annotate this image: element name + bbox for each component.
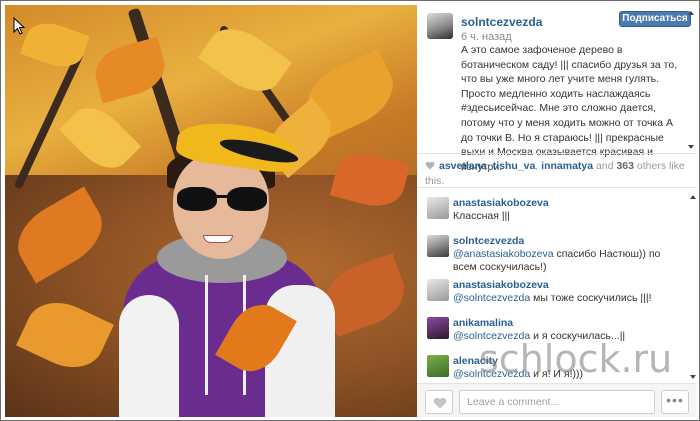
author-avatar[interactable] — [427, 13, 453, 39]
comment-text: @solntcezvezda и я! И я!))) — [453, 368, 681, 379]
comments-list[interactable]: anastasiakobozeva Классная ||| solntcezv… — [417, 191, 689, 379]
comment-text: @solntcezvezda мы тоже соскучились |||! — [453, 292, 681, 305]
photo-leaf — [197, 16, 293, 104]
comment-item: alenacity @solntcezvezda и я! И я!))) — [417, 349, 689, 379]
post-sidebar: solntcezvezda Подписаться 6 ч. назад А э… — [417, 5, 697, 417]
follow-button[interactable]: Подписаться — [619, 11, 691, 27]
liker-username[interactable]: innamatya — [541, 160, 593, 172]
likes-count[interactable]: 363 — [616, 160, 634, 172]
comments-scroll-down-icon[interactable] — [690, 375, 696, 379]
comment-input[interactable] — [459, 390, 655, 414]
heart-icon — [433, 397, 447, 409]
comment-mention[interactable]: @solntcezvezda — [453, 368, 530, 379]
comment-body: Классная ||| — [453, 210, 511, 222]
mouse-cursor-icon — [13, 16, 26, 38]
white-sleeve-left — [119, 295, 179, 417]
comment-mention[interactable]: @anastasiakobozeva — [453, 248, 554, 260]
comment-item: anastasiakobozeva Классная ||| — [417, 191, 689, 229]
commenter-avatar[interactable] — [427, 235, 449, 257]
comment-body: и я! И я!))) — [530, 368, 583, 379]
mouth — [203, 235, 233, 243]
lens-left — [177, 187, 217, 211]
comments-scroll-up-icon[interactable] — [690, 195, 696, 199]
commenter-avatar[interactable] — [427, 279, 449, 301]
drawstring — [205, 275, 208, 395]
person — [119, 116, 335, 417]
comment-footer: ••• — [417, 383, 697, 417]
commenter-avatar[interactable] — [427, 317, 449, 339]
commenter-username[interactable]: alenacity — [453, 355, 498, 367]
post-caption: А это самое зафоченое дерево в ботаничес… — [461, 44, 678, 173]
commenter-username[interactable]: anastasiakobozeva — [453, 279, 549, 291]
liker-username[interactable]: tishu_va — [493, 160, 536, 172]
comment-body: и я соскучилась...|| — [530, 330, 626, 342]
commenter-username[interactable]: anastasiakobozeva — [453, 197, 549, 209]
commenter-avatar[interactable] — [427, 197, 449, 219]
likes-and: and — [593, 160, 617, 172]
comment-item: anastasiakobozeva @solntcezvezda мы тоже… — [417, 273, 689, 311]
commenter-avatar[interactable] — [427, 355, 449, 377]
lens-right — [227, 187, 267, 211]
comment-text: Классная ||| — [453, 210, 681, 223]
comment-text: @anastasiakobozeva спасибо Настюш)) по в… — [453, 248, 681, 274]
comment-item: solntcezvezda @anastasiakobozeva спасибо… — [417, 229, 689, 273]
liker-username[interactable]: asvetlana — [439, 160, 487, 172]
photo-leaf — [19, 15, 91, 75]
heart-icon — [425, 160, 435, 174]
comment-body: мы тоже соскучились |||! — [530, 292, 652, 304]
author-username[interactable]: solntcezvezda — [461, 15, 542, 29]
commenter-username[interactable]: solntcezvezda — [453, 235, 524, 247]
more-options-button[interactable]: ••• — [661, 390, 689, 414]
post-time: 6 ч. назад — [461, 31, 512, 43]
caption-scroll-up-icon[interactable] — [688, 11, 694, 15]
comment-text: @solntcezvezda и я соскучилась...|| — [453, 330, 681, 343]
comment-mention[interactable]: @solntcezvezda — [453, 330, 530, 342]
caption-scroll-down-icon[interactable] — [688, 145, 694, 149]
divider — [417, 187, 697, 188]
divider — [417, 153, 697, 154]
likes-summary: asvetlana, tishu_va, innamatya and 363 o… — [425, 159, 687, 188]
like-button[interactable] — [425, 390, 453, 414]
post-photo[interactable] — [5, 5, 417, 417]
comment-item: anikamalina @solntcezvezda и я соскучила… — [417, 311, 689, 349]
post-window: solntcezvezda Подписаться 6 ч. назад А э… — [0, 0, 700, 421]
commenter-username[interactable]: anikamalina — [453, 317, 513, 329]
comment-mention[interactable]: @solntcezvezda — [453, 292, 530, 304]
sunglasses — [177, 187, 269, 211]
